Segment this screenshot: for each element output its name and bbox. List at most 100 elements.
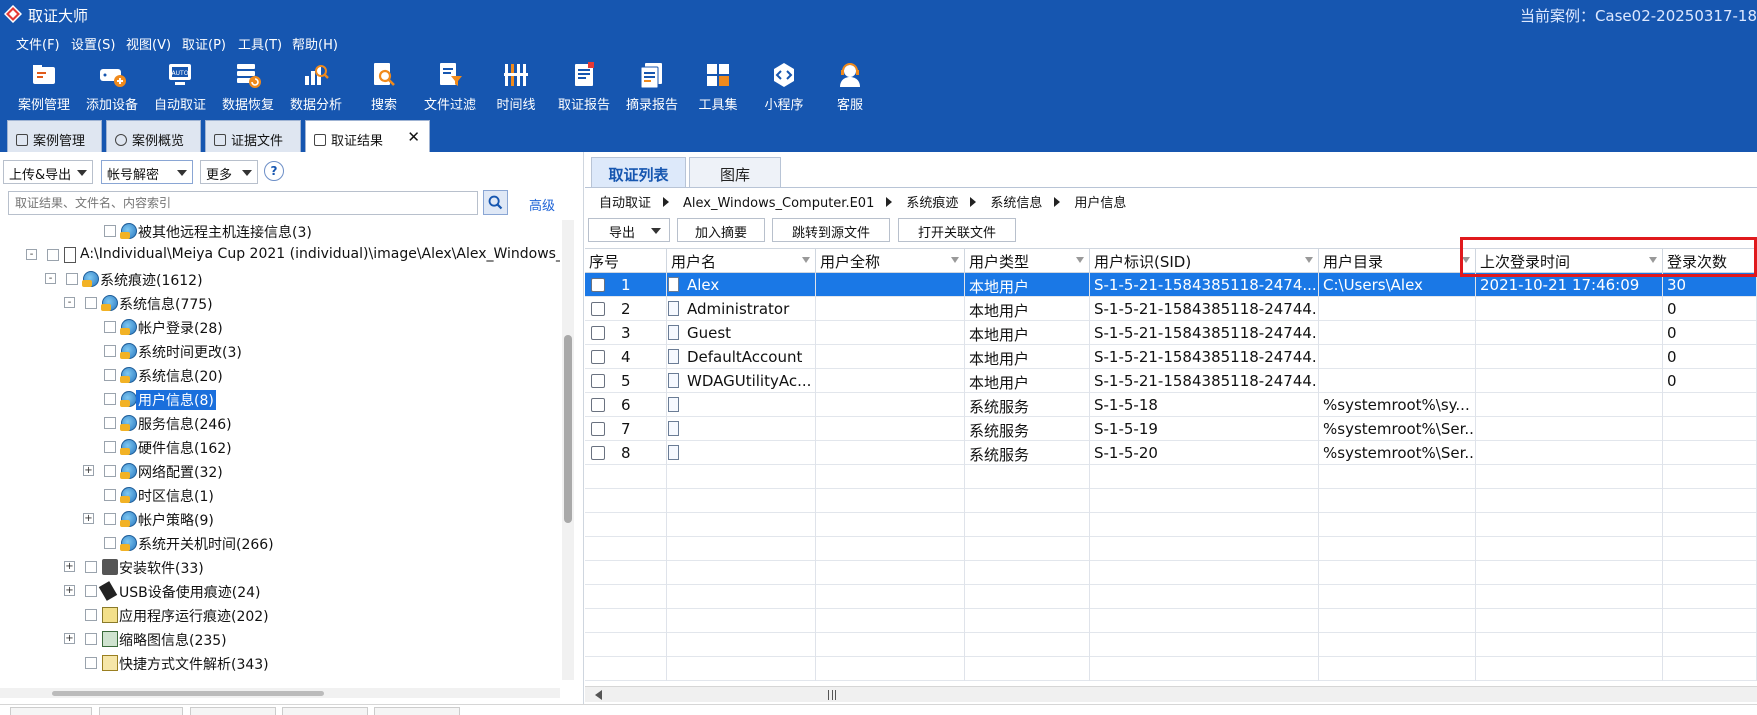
tree-checkbox[interactable]: [85, 633, 97, 645]
tree-checkbox[interactable]: [104, 345, 116, 357]
scroll-thumb[interactable]: [52, 691, 324, 696]
tree-checkbox[interactable]: [104, 417, 116, 429]
table-horizontal-scrollbar[interactable]: [585, 686, 1757, 702]
tree-node-hardware-info[interactable]: 硬件信息(162): [0, 436, 560, 458]
toolbar-search[interactable]: 搜索: [352, 60, 416, 113]
toolbar-case-management[interactable]: 案例管理: [12, 60, 76, 113]
tree-expander[interactable]: +: [64, 633, 75, 644]
tree-checkbox[interactable]: [104, 369, 116, 381]
toolbar-data-analysis[interactable]: 数据分析: [284, 60, 348, 113]
chevron-left-icon[interactable]: [595, 690, 602, 700]
tree-checkbox[interactable]: [104, 441, 116, 453]
tree-node-remote-connections[interactable]: 被其他远程主机连接信息(3): [0, 220, 560, 242]
tab-evidence-files[interactable]: 证据文件: [205, 120, 301, 152]
advanced-search-link[interactable]: 高级: [529, 195, 555, 214]
filter-icon[interactable]: [1076, 257, 1084, 263]
tree-checkbox[interactable]: [85, 585, 97, 597]
tree-checkbox[interactable]: [104, 393, 116, 405]
table-row[interactable]: 5 WDAGUtilityAc... 本地用户 S-1-5-21-1584385118…: [585, 369, 1757, 393]
toolbar-customer-service[interactable]: 客服: [818, 60, 882, 113]
tree-node-network-config[interactable]: + 网络配置(32): [0, 460, 560, 482]
table-row[interactable]: 3 Guest 本地用户 S-1-5-21-1584385118-24744... 0: [585, 321, 1757, 345]
tab-case-overview[interactable]: 案例概览: [106, 120, 201, 152]
tab-case-management[interactable]: 案例管理: [7, 120, 102, 152]
result-search-input[interactable]: [8, 191, 478, 215]
jump-to-source-button[interactable]: 跳转到源文件: [772, 218, 890, 242]
tree-checkbox[interactable]: [85, 297, 97, 309]
tree-node-power-times[interactable]: 系统开关机时间(266): [0, 532, 560, 554]
filter-icon[interactable]: [1305, 257, 1313, 263]
tree-checkbox[interactable]: [104, 321, 116, 333]
breadcrumb-item[interactable]: Alex_Windows_Computer.E01: [683, 196, 874, 211]
table-row[interactable]: 6 系统服务 S-1-5-18 %systemroot%\sy...: [585, 393, 1757, 417]
tree-checkbox[interactable]: [85, 657, 97, 669]
tree-node-user-info[interactable]: 用户信息(8): [0, 388, 560, 410]
tree-checkbox[interactable]: [85, 561, 97, 573]
menu-file[interactable]: 文件(F): [16, 34, 60, 53]
toolbar-report[interactable]: 取证报告: [552, 60, 616, 113]
tree-node-system-info[interactable]: - 系统信息(775): [0, 292, 560, 314]
tree-node-system-info-sub[interactable]: 系统信息(20): [0, 364, 560, 386]
tree-expander[interactable]: +: [64, 561, 75, 572]
tree-expander[interactable]: +: [83, 513, 94, 524]
scroll-grip-icon[interactable]: [828, 690, 836, 700]
tree-horizontal-scrollbar[interactable]: [0, 688, 560, 698]
tree-checkbox[interactable]: [104, 225, 116, 237]
toolbar-mini-program[interactable]: 小程序: [752, 60, 816, 113]
breadcrumb-item[interactable]: 自动取证: [599, 196, 651, 211]
tab-forensic-list[interactable]: 取证列表: [591, 157, 686, 187]
tree-expander[interactable]: -: [26, 249, 37, 260]
tree-checkbox[interactable]: [85, 609, 97, 621]
tab-gallery[interactable]: 图库: [689, 157, 781, 187]
column-header-sid[interactable]: 用户标识(SID): [1090, 249, 1319, 273]
table-row[interactable]: 8 系统服务 S-1-5-20 %systemroot%\Ser...: [585, 441, 1757, 465]
upload-export-dropdown[interactable]: 上传&导出: [3, 160, 93, 184]
menu-view[interactable]: 视图(V): [126, 34, 171, 53]
tree-node-account-login[interactable]: 帐户登录(28): [0, 316, 560, 338]
tree-checkbox[interactable]: [104, 513, 116, 525]
breadcrumb-item[interactable]: 系统信息: [990, 196, 1042, 211]
help-icon[interactable]: ?: [264, 161, 284, 181]
column-header-username[interactable]: 用户名: [667, 249, 816, 273]
menu-settings[interactable]: 设置(S): [71, 34, 115, 53]
column-header-user-type[interactable]: 用户类型: [965, 249, 1090, 273]
tree-expander[interactable]: +: [64, 585, 75, 596]
tree-vertical-scrollbar[interactable]: [562, 220, 574, 680]
table-row[interactable]: 2 Administrator 本地用户 S-1-5-21-1584385118-24…: [585, 297, 1757, 321]
tree-checkbox[interactable]: [104, 465, 116, 477]
tree-node-app-run-traces[interactable]: 应用程序运行痕迹(202): [0, 604, 560, 626]
toolbar-add-device[interactable]: 添加设备: [80, 60, 144, 113]
export-dropdown[interactable]: 导出: [588, 218, 670, 242]
toolbar-auto-forensics[interactable]: AUTO 自动取证: [148, 60, 212, 113]
tree-checkbox[interactable]: [104, 537, 116, 549]
breadcrumb-item[interactable]: 用户信息: [1074, 196, 1126, 211]
add-summary-button[interactable]: 加入摘要: [677, 218, 765, 242]
filter-icon[interactable]: [802, 257, 810, 263]
tree-node-installed-software[interactable]: + 安装软件(33): [0, 556, 560, 578]
tree-node-timezone[interactable]: 时区信息(1): [0, 484, 560, 506]
tree-expander[interactable]: -: [45, 273, 56, 284]
tree-checkbox[interactable]: [66, 273, 78, 285]
account-decrypt-dropdown[interactable]: 帐号解密: [101, 160, 193, 184]
menu-forensics[interactable]: 取证(P): [182, 34, 226, 53]
tree-node-account-policy[interactable]: + 帐户策略(9): [0, 508, 560, 530]
filter-icon[interactable]: [951, 257, 959, 263]
tree-checkbox[interactable]: [104, 489, 116, 501]
toolbar-toolset[interactable]: 工具集: [686, 60, 750, 113]
tab-forensic-results[interactable]: 取证结果 ✕: [305, 120, 430, 152]
table-row[interactable]: 4 DefaultAccount 本地用户 S-1-5-21-1584385118-2…: [585, 345, 1757, 369]
column-header-fullname[interactable]: 用户全称: [816, 249, 965, 273]
tree-expander[interactable]: +: [83, 465, 94, 476]
table-row[interactable]: 7 系统服务 S-1-5-19 %systemroot%\Ser...: [585, 417, 1757, 441]
tree-node-thumbnails[interactable]: + 缩略图信息(235): [0, 628, 560, 650]
toolbar-file-filter[interactable]: 文件过滤: [418, 60, 482, 113]
column-header-user-dir[interactable]: 用户目录: [1319, 249, 1476, 273]
open-related-file-button[interactable]: 打开关联文件: [898, 218, 1016, 242]
tree-node-shortcut-files[interactable]: 快捷方式文件解析(343): [0, 652, 560, 674]
close-icon[interactable]: ✕: [407, 128, 420, 146]
toolbar-excerpt-report[interactable]: 摘录报告: [620, 60, 684, 113]
toolbar-data-recovery[interactable]: 数据恢复: [216, 60, 280, 113]
menu-help[interactable]: 帮助(H): [292, 34, 338, 53]
tree-node-system-traces[interactable]: - 系统痕迹(1612): [0, 268, 560, 290]
tree-expander[interactable]: -: [64, 297, 75, 308]
